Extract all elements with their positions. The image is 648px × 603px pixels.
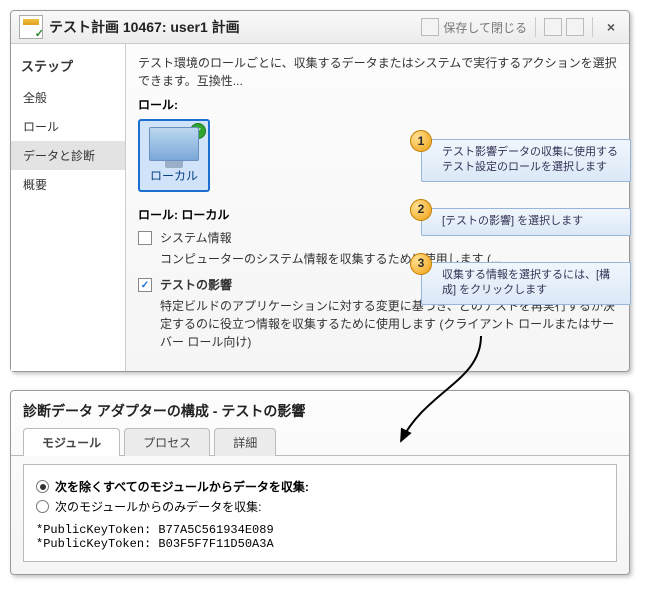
callout-3: 3 収集する情報を選択するには、[構成] をクリックします [421, 262, 631, 305]
separator [592, 17, 593, 37]
sidebar-header: ステップ [11, 50, 125, 83]
callout-1: 1 テスト影響データの収集に使用するテスト設定のロールを選択します [421, 139, 631, 182]
callout-text: [テストの影響] を選択します [442, 215, 583, 227]
role-tile-local[interactable]: ✓ ローカル [138, 119, 210, 192]
separator [535, 17, 536, 37]
close-icon[interactable]: × [601, 17, 621, 37]
sidebar-item-roles[interactable]: ロール [11, 112, 125, 141]
plan-icon [19, 15, 43, 39]
tab-details[interactable]: 詳細 [214, 428, 276, 456]
monitor-icon [149, 127, 199, 161]
radio-include-modules[interactable] [36, 500, 49, 513]
radio-exclude-modules[interactable] [36, 480, 49, 493]
radio-include-label: 次のモジュールからのみデータを収集: [55, 498, 262, 515]
roles-label: ロール: [138, 96, 619, 113]
callout-number: 2 [410, 199, 432, 221]
callout-text: 収集する情報を選択するには、[構成] をクリックします [442, 269, 610, 296]
toolbar-btn-2[interactable] [566, 18, 584, 36]
sidebar-item-general[interactable]: 全般 [11, 83, 125, 112]
toolbar-btn-1[interactable] [544, 18, 562, 36]
save-and-close-button[interactable]: 保存して閉じる [443, 19, 527, 36]
step-sidebar: ステップ 全般 ロール データと診断 概要 [11, 44, 126, 371]
callout-number: 3 [410, 253, 432, 275]
role-tile-label: ローカル [146, 167, 202, 184]
token-list: *PublicKeyToken: B77A5C561934E089 *Publi… [36, 523, 604, 551]
sidebar-item-data-diagnostics[interactable]: データと診断 [11, 141, 125, 170]
callout-text: テスト影響データの収集に使用するテスト設定のロールを選択します [442, 146, 618, 173]
system-info-label: システム情報 [160, 229, 232, 246]
help-text: テスト環境のロールごとに、収集するデータまたはシステムで実行するアクションを選択… [138, 54, 619, 90]
token-row: *PublicKeyToken: B77A5C561934E089 [36, 523, 604, 537]
callout-2: 2 [テストの影響] を選択します [421, 208, 631, 236]
checkbox-system-info[interactable] [138, 231, 152, 245]
sidebar-item-summary[interactable]: 概要 [11, 170, 125, 199]
token-row: *PublicKeyToken: B03F5F7F11D50A3A [36, 537, 604, 551]
tab-processes[interactable]: プロセス [124, 428, 210, 456]
checkbox-test-impact[interactable] [138, 278, 152, 292]
tab-modules[interactable]: モジュール [23, 428, 120, 456]
window-title: テスト計画 10467: user1 計画 [49, 17, 240, 37]
save-icon[interactable] [421, 18, 439, 36]
test-impact-label: テストの影響 [160, 276, 232, 293]
callout-number: 1 [410, 130, 432, 152]
radio-exclude-label: 次を除くすべてのモジュールからデータを収集: [55, 478, 309, 495]
dialog-title: 診断データ アダプターの構成 - テストの影響 [11, 391, 629, 427]
